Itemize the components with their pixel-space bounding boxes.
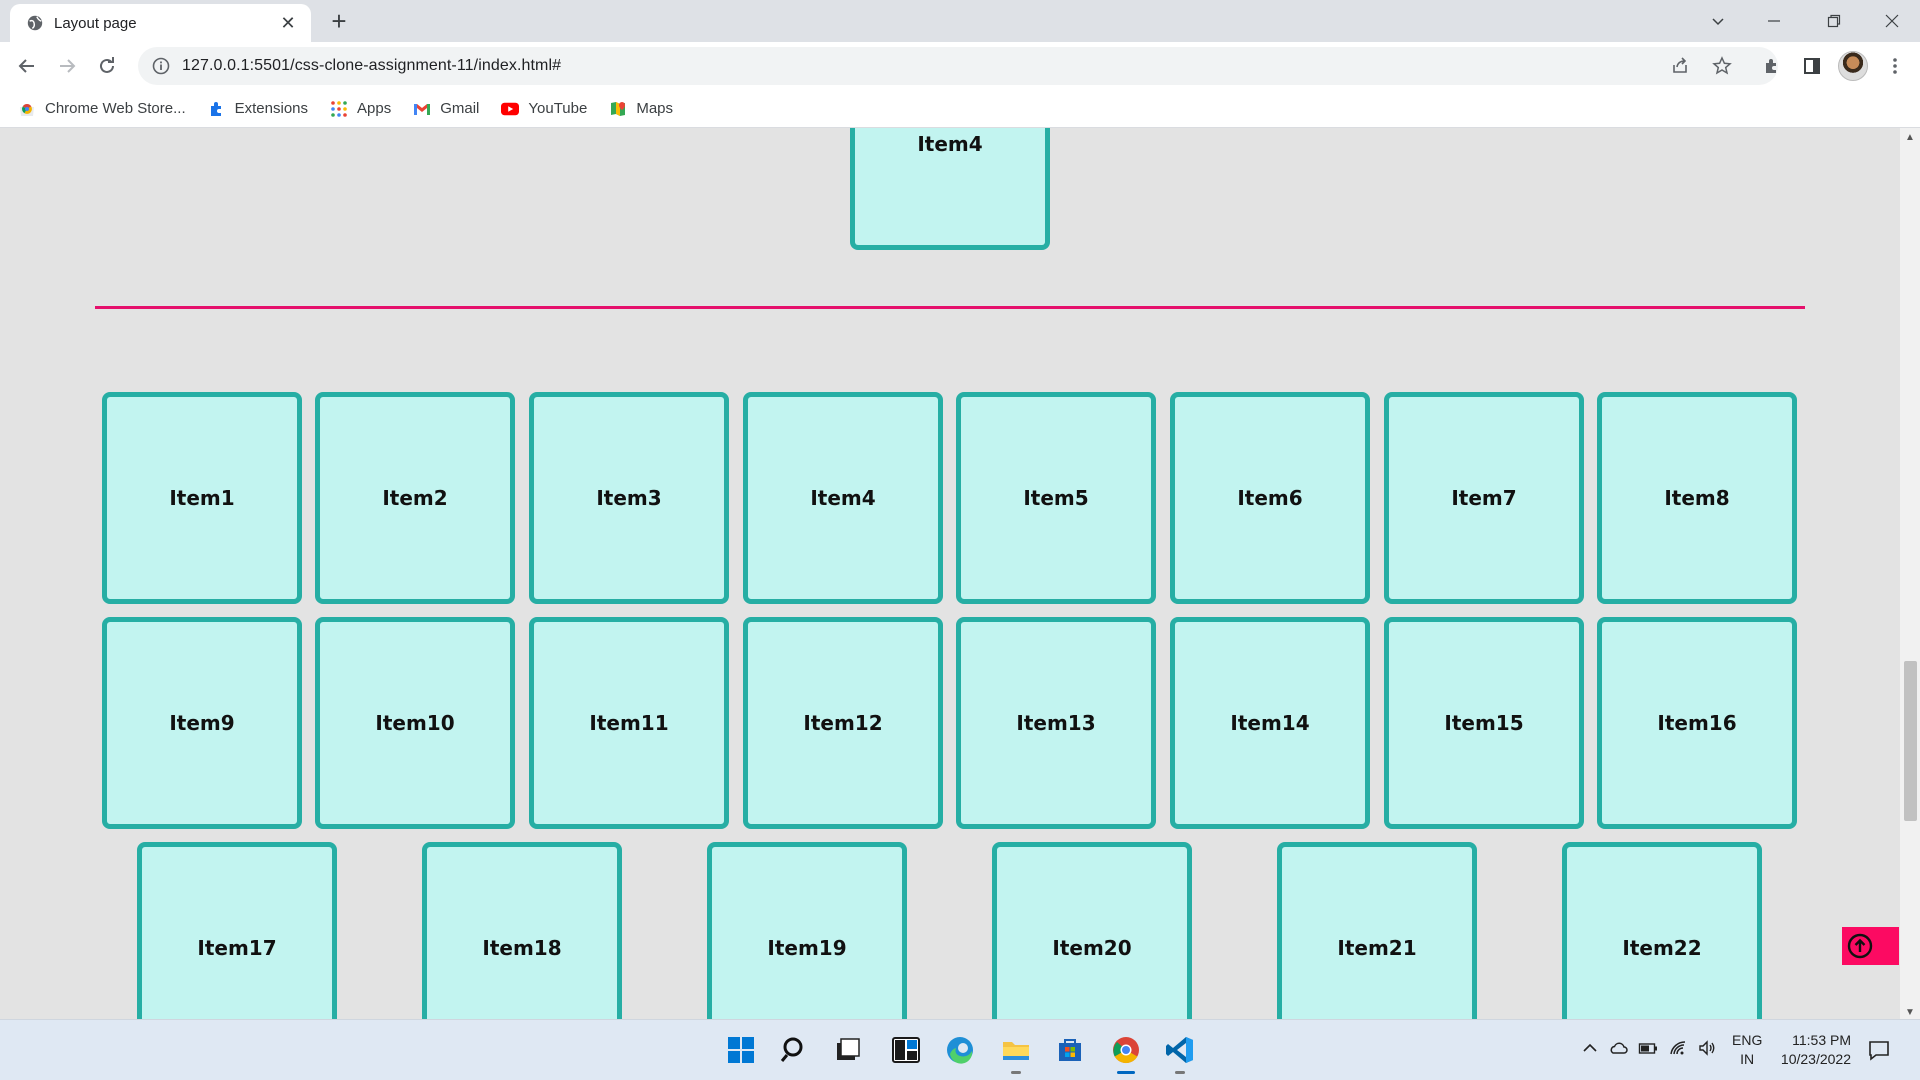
minimize-icon[interactable] <box>1746 0 1802 42</box>
page-viewport: Item4 Item1 Item2 Item3 Item4 Item5 Item… <box>0 128 1900 1019</box>
extensions-puzzle-icon[interactable] <box>1757 51 1787 81</box>
reload-icon[interactable] <box>92 51 122 81</box>
address-bar[interactable]: 127.0.0.1:5501/css-clone-assignment-11/i… <box>138 47 1778 85</box>
grid-item: Item14 <box>1170 617 1370 829</box>
maps-icon <box>609 100 627 118</box>
region-code: IN <box>1740 1051 1755 1067</box>
clock-time: 11:53 PM <box>1792 1032 1851 1048</box>
grid-item: Item1 <box>102 392 302 604</box>
scroll-down-arrow-icon[interactable]: ▼ <box>1904 1007 1916 1018</box>
tab-search-icon[interactable] <box>1690 0 1746 42</box>
chrome-web-store-icon <box>18 100 36 118</box>
grid-item: Item10 <box>315 617 515 829</box>
bookmark-label: Maps <box>636 100 674 117</box>
grid-item: Item19 <box>707 842 907 1019</box>
youtube-icon <box>501 100 520 118</box>
close-window-icon[interactable] <box>1864 0 1920 42</box>
grid-item: Item7 <box>1384 392 1584 604</box>
bookmark-label: YouTube <box>528 100 588 117</box>
language-code: ENG <box>1732 1032 1763 1048</box>
onedrive-cloud-icon[interactable] <box>1608 1038 1628 1061</box>
apps-grid-icon <box>330 100 348 118</box>
grid-item: Item17 <box>137 842 337 1019</box>
bookmark-chrome-web-store[interactable]: Chrome Web Store... <box>18 100 186 118</box>
notification-icon[interactable] <box>1867 1038 1891 1062</box>
grid-item: Item5 <box>956 392 1156 604</box>
tab-title: Layout page <box>54 14 137 32</box>
grid-item: Item12 <box>743 617 943 829</box>
grid-item: Item18 <box>422 842 622 1019</box>
grid-item: Item3 <box>529 392 729 604</box>
restore-icon[interactable] <box>1806 0 1862 42</box>
language-indicator[interactable]: ENG IN <box>1732 1031 1762 1069</box>
running-indicator <box>1175 1071 1185 1074</box>
grid-item: Item2 <box>315 392 515 604</box>
bookmark-star-icon[interactable] <box>1704 47 1740 85</box>
task-view-icon[interactable] <box>827 1030 867 1070</box>
start-windows-icon[interactable] <box>721 1030 761 1070</box>
page-scrollbar[interactable]: ▲ ▼ <box>1900 128 1920 1019</box>
bookmark-label: Apps <box>357 100 392 117</box>
grid-item: Item6 <box>1170 392 1370 604</box>
grid-item: Item21 <box>1277 842 1477 1019</box>
microsoft-store-icon[interactable] <box>1050 1030 1090 1070</box>
forward-arrow-icon[interactable] <box>52 51 82 81</box>
bookmark-apps[interactable]: Apps <box>330 100 391 118</box>
bookmark-label: Gmail <box>440 100 480 117</box>
grid-item: Item16 <box>1597 617 1797 829</box>
vscode-icon[interactable] <box>1160 1030 1200 1074</box>
gmail-icon <box>413 100 431 118</box>
bookmark-youtube[interactable]: YouTube <box>501 100 587 118</box>
bookmark-label: Chrome Web Store... <box>45 100 186 117</box>
active-indicator <box>1117 1071 1135 1074</box>
grid-item: Item13 <box>956 617 1156 829</box>
clock-date: 10/23/2022 <box>1780 1051 1851 1067</box>
volume-icon[interactable] <box>1697 1038 1717 1061</box>
windows-taskbar: ENG IN 11:53 PM 10/23/2022 <box>0 1019 1920 1080</box>
tab-bar: Layout page ✕ + <box>0 0 1920 42</box>
system-clock[interactable]: 11:53 PM 10/23/2022 <box>1773 1031 1851 1069</box>
side-panel-icon[interactable] <box>1797 51 1827 81</box>
close-tab-icon[interactable]: ✕ <box>277 13 299 34</box>
battery-icon[interactable] <box>1638 1038 1658 1061</box>
back-arrow-icon[interactable] <box>12 51 42 81</box>
arrow-up-circle-icon <box>1847 933 1873 959</box>
grid-item: Item20 <box>992 842 1192 1019</box>
widgets-icon[interactable] <box>886 1030 926 1070</box>
bookmarks-bar: Chrome Web Store... Extensions Apps Gmai… <box>0 90 1920 128</box>
chrome-icon[interactable] <box>1106 1030 1146 1074</box>
grid-item: Item22 <box>1562 842 1762 1019</box>
bookmark-label: Extensions <box>234 100 308 117</box>
menu-kebab-icon[interactable] <box>1880 51 1910 81</box>
running-indicator <box>1011 1071 1021 1074</box>
share-icon[interactable] <box>1662 47 1698 85</box>
grid-item: Item4 <box>743 392 943 604</box>
puzzle-icon <box>208 100 226 118</box>
search-icon[interactable] <box>775 1030 815 1070</box>
file-explorer-icon[interactable] <box>996 1030 1036 1074</box>
scroll-up-arrow-icon[interactable]: ▲ <box>1904 132 1916 143</box>
browser-tab[interactable]: Layout page ✕ <box>10 4 311 42</box>
site-info-icon[interactable] <box>152 57 170 75</box>
section-divider <box>95 306 1805 309</box>
grid-item: Item4 <box>850 128 1050 250</box>
new-tab-button[interactable]: + <box>325 7 353 35</box>
show-hidden-icons-chevron-icon[interactable] <box>1580 1038 1600 1061</box>
url-text: 127.0.0.1:5501/css-clone-assignment-11/i… <box>182 57 562 74</box>
grid-item: Item8 <box>1597 392 1797 604</box>
grid-item: Item15 <box>1384 617 1584 829</box>
edge-browser-icon[interactable] <box>940 1030 980 1070</box>
globe-icon <box>27 15 43 31</box>
profile-avatar[interactable] <box>1838 51 1868 81</box>
grid-item: Item9 <box>102 617 302 829</box>
bookmark-maps[interactable]: Maps <box>609 100 673 118</box>
scrollbar-thumb[interactable] <box>1904 661 1917 821</box>
bookmark-gmail[interactable]: Gmail <box>413 100 479 118</box>
bookmark-extensions[interactable]: Extensions <box>208 100 308 118</box>
browser-toolbar: 127.0.0.1:5501/css-clone-assignment-11/i… <box>0 42 1920 90</box>
wifi-icon[interactable] <box>1668 1038 1688 1061</box>
scroll-to-top-button[interactable] <box>1842 927 1899 965</box>
grid-item: Item11 <box>529 617 729 829</box>
